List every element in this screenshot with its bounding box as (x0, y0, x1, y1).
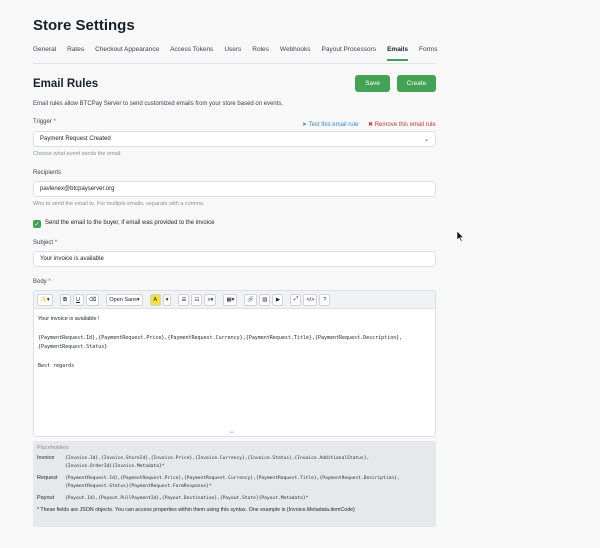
editor-content[interactable]: Your invoice is available ! {PaymentRequ… (38, 315, 431, 371)
body-line: {PaymentRequest.Status} (38, 344, 108, 350)
placeholders-note: * These fields are JSON objects. You can… (37, 507, 355, 513)
tab-emails[interactable]: Emails (387, 46, 408, 61)
placeholders-title: Placeholders (37, 445, 69, 451)
tab-payout-processors[interactable]: Payout Processors (322, 46, 377, 53)
mouse-cursor-icon (456, 229, 465, 247)
send-icon: ➤ (302, 122, 308, 128)
tab-rates[interactable]: Rates (67, 46, 84, 53)
paragraph-align-icon[interactable]: ≡▾ (204, 293, 217, 306)
placeholder-line: {Invoice.Id},{Invoice.StoreId},{Invoice.… (65, 456, 370, 461)
section-title: Email Rules (33, 78, 99, 90)
required-mark: * (48, 279, 51, 285)
remove-link-label: Remove this email rule (374, 122, 436, 128)
trigger-label-text: Trigger (33, 119, 52, 125)
underline-icon[interactable]: U (72, 293, 84, 306)
send-to-buyer-label: Send the email to the buyer, if email wa… (45, 220, 215, 226)
editor-toolbar: ✨▾ B U ⌫ Open Sans ▾ A ▾ ☰ ☷ ≡▾ ▦▾ 🔗 ▨ ▶… (34, 291, 435, 309)
video-icon[interactable]: ▶ (272, 293, 284, 306)
placeholder-values: {Payout.Id},{Payout.PullPaymentId},{Payo… (65, 495, 432, 503)
required-mark: * (53, 119, 56, 125)
body-line: Your invoice is available ! (38, 316, 100, 322)
recipients-input[interactable]: pavlenex@btcpayserver.org (33, 181, 436, 197)
tab-webhooks[interactable]: Webhooks (280, 46, 311, 53)
create-button[interactable]: Create (397, 75, 436, 92)
save-button[interactable]: Save (355, 75, 390, 92)
resize-handle[interactable]: ═ (230, 430, 234, 436)
placeholder-line: {PaymentRequest.Status}{PaymentRequest.F… (65, 484, 212, 489)
placeholder-line: {PaymentRequest.Id},{PaymentRequest.Pric… (65, 476, 400, 481)
table-icon[interactable]: ▦▾ (223, 293, 238, 306)
tab-forms[interactable]: Forms (419, 46, 437, 53)
subject-input[interactable]: Your invoice is available (33, 251, 436, 267)
font-family-value: Open Sans (109, 296, 137, 303)
font-family-select[interactable]: Open Sans ▾ (106, 293, 143, 306)
test-link-label: Test this email rule (308, 122, 359, 128)
recipients-label: Recipients (33, 170, 62, 176)
placeholder-row: Payout {Payout.Id},{Payout.PullPaymentId… (37, 495, 432, 503)
body-line: {PaymentRequest.Id},{PaymentRequest.Pric… (38, 334, 403, 341)
body-label: Body * (33, 279, 51, 285)
trigger-value: Payment Request Created (40, 136, 111, 142)
image-icon[interactable]: ▨ (259, 293, 271, 306)
magic-wand-icon[interactable]: ✨▾ (37, 293, 53, 306)
tab-access-tokens[interactable]: Access Tokens (170, 46, 213, 53)
text-color-icon[interactable]: A (149, 293, 161, 306)
unordered-list-icon[interactable]: ☰ (178, 293, 190, 306)
chevron-down-icon: ⌄ (423, 137, 429, 143)
placeholder-name: Payout (37, 495, 55, 501)
checkmark-icon: ✓ (34, 221, 40, 228)
ordered-list-icon[interactable]: ☷ (191, 293, 203, 306)
placeholder-line: {Invoice.OrderId}{Invoice.Metadata}* (65, 464, 165, 469)
bold-icon[interactable]: B (59, 293, 71, 306)
subject-label-text: Subject (33, 240, 54, 246)
placeholders-panel: Placeholders Invoice {Invoice.Id},{Invoi… (33, 441, 436, 527)
placeholder-values: {Invoice.Id},{Invoice.StoreId},{Invoice.… (65, 455, 432, 471)
tab-roles[interactable]: Roles (252, 46, 269, 53)
body-label-text: Body (33, 279, 47, 285)
caret-down-icon: ▾ (136, 296, 140, 303)
trigger-label: Trigger * (33, 119, 56, 125)
nav-divider (33, 63, 436, 64)
code-view-icon[interactable]: </> (303, 293, 318, 306)
recipients-value: pavlenex@btcpayserver.org (40, 186, 115, 192)
placeholder-line: {Payout.Id},{Payout.PullPaymentId},{Payo… (65, 496, 309, 501)
color-caret-icon[interactable]: ▾ (162, 293, 172, 306)
tab-general[interactable]: General (33, 46, 56, 53)
body-line: Best regards (38, 362, 75, 369)
placeholder-name: Request (37, 475, 58, 481)
placeholder-name: Invoice (37, 455, 55, 461)
fullscreen-icon[interactable]: ⤢ (290, 293, 302, 306)
placeholder-values: {PaymentRequest.Id},{PaymentRequest.Pric… (65, 475, 432, 491)
tab-checkout-appearance[interactable]: Checkout Appearance (95, 46, 159, 53)
link-icon[interactable]: 🔗 (244, 293, 258, 306)
tab-users[interactable]: Users (224, 46, 241, 53)
subject-label: Subject * (33, 240, 57, 246)
close-icon: ✖ (368, 122, 374, 128)
eraser-icon[interactable]: ⌫ (85, 293, 100, 306)
trigger-hint: Choose what event sends the email. (33, 151, 122, 157)
trigger-select[interactable]: Payment Request Created ⌄ (33, 131, 436, 147)
recipients-hint: Who to send the email to. For multiple e… (33, 201, 205, 207)
test-email-rule-link[interactable]: ➤ Test this email rule (302, 121, 358, 128)
section-description: Email rules allow BTCPay Server to send … (33, 101, 284, 107)
placeholder-row: Request {PaymentRequest.Id},{PaymentRequ… (37, 475, 432, 491)
required-mark: * (54, 240, 58, 246)
placeholder-row: Invoice {Invoice.Id},{Invoice.StoreId},{… (37, 455, 432, 471)
send-to-buyer-checkbox[interactable]: ✓ (33, 220, 41, 228)
settings-nav: General Rates Checkout Appearance Access… (33, 46, 448, 61)
page-title: Store Settings (33, 17, 135, 34)
body-editor[interactable]: ✨▾ B U ⌫ Open Sans ▾ A ▾ ☰ ☷ ≡▾ ▦▾ 🔗 ▨ ▶… (33, 290, 436, 437)
help-icon[interactable]: ? (319, 293, 331, 306)
subject-value: Your invoice is available (40, 256, 104, 262)
remove-email-rule-link[interactable]: ✖ Remove this email rule (368, 121, 436, 128)
